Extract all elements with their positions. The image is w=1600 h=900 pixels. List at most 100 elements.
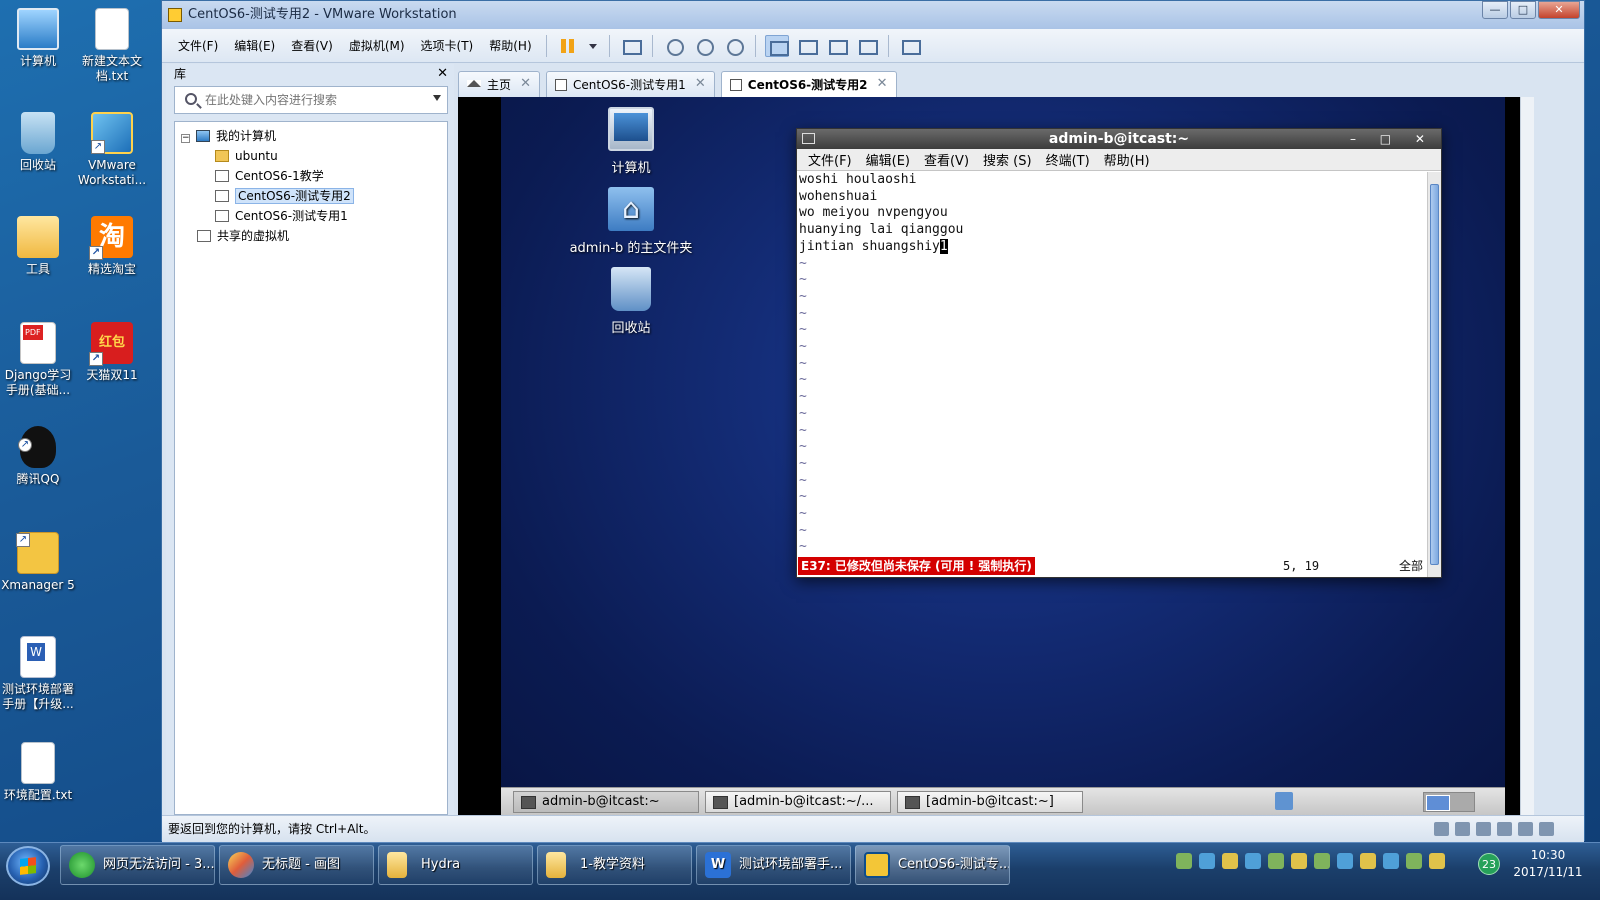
tree-item-my-computer[interactable]: − 我的计算机 bbox=[175, 126, 447, 146]
start-button[interactable] bbox=[6, 846, 50, 886]
terminal-title-bar[interactable]: admin-b@itcast:~ – □ ✕ bbox=[797, 129, 1441, 149]
tray-app-icon[interactable] bbox=[1360, 853, 1376, 869]
guest-task-terminal-2[interactable]: [admin-b@itcast:~/... bbox=[705, 791, 891, 813]
console-view-button[interactable] bbox=[898, 35, 922, 57]
thumbnail-bar-button[interactable] bbox=[795, 35, 819, 57]
desktop-icon-xmanager[interactable]: Xmanager 5 bbox=[0, 532, 76, 593]
cd-drive-icon[interactable] bbox=[1455, 822, 1470, 836]
desktop-icon-tools[interactable]: 工具 bbox=[0, 216, 76, 277]
terminal-menu-help[interactable]: 帮助(H) bbox=[1097, 150, 1157, 169]
power-dropdown-button[interactable] bbox=[586, 35, 600, 57]
tree-item-shared-vms[interactable]: 共享的虚拟机 bbox=[175, 226, 447, 246]
message-log-icon[interactable] bbox=[1539, 822, 1554, 836]
terminal-scrollbar[interactable] bbox=[1427, 172, 1441, 577]
flag-icon[interactable] bbox=[1383, 853, 1399, 869]
close-icon[interactable]: ✕ bbox=[520, 72, 531, 96]
notification-badge[interactable]: 23 bbox=[1478, 853, 1500, 875]
tab-centos6-test2[interactable]: CentOS6-测试专用2 ✕ bbox=[720, 71, 897, 97]
tree-item-ubuntu[interactable]: ubuntu bbox=[175, 146, 447, 166]
desktop-icon-django-pdf[interactable]: Django学习手册(基础... bbox=[0, 322, 76, 398]
taskbar-item-paint[interactable]: 无标题 - 画图 bbox=[219, 845, 374, 885]
terminal-menu-terminal[interactable]: 终端(T) bbox=[1039, 150, 1097, 169]
library-close-icon[interactable]: ✕ bbox=[437, 64, 448, 84]
network-icon[interactable] bbox=[1406, 853, 1422, 869]
desktop-icon-computer[interactable]: 计算机 bbox=[0, 8, 76, 69]
snapshot-revert-button[interactable] bbox=[692, 35, 716, 57]
keyboard-icon[interactable] bbox=[1176, 853, 1192, 869]
library-search-input[interactable] bbox=[205, 87, 425, 113]
desktop-icon-test-env-doc[interactable]: 测试环境部署手册【升级... bbox=[0, 636, 76, 712]
system-clock[interactable]: 10:30 2017/11/11 bbox=[1508, 847, 1588, 881]
fullscreen-button[interactable] bbox=[825, 35, 849, 57]
menu-file[interactable]: 文件(F) bbox=[170, 37, 226, 54]
hard-disk-icon[interactable] bbox=[1434, 822, 1449, 836]
vmware-title-bar[interactable]: CentOS6-测试专用2 - VMware Workstation — □ ✕ bbox=[162, 1, 1584, 29]
menu-vm[interactable]: 虚拟机(M) bbox=[341, 37, 413, 54]
desktop-icon-taobao[interactable]: 淘 精选淘宝 bbox=[74, 216, 150, 277]
console-scrollbar[interactable] bbox=[1520, 97, 1534, 815]
guest-icon-trash[interactable]: 回收站 bbox=[556, 267, 706, 336]
menu-edit[interactable]: 编辑(E) bbox=[226, 37, 283, 54]
tree-item-centos6-1[interactable]: CentOS6-1教学 bbox=[175, 166, 447, 186]
guest-desktop[interactable]: 计算机 admin-b 的主文件夹 回收站 admin-b@itcast:~ –… bbox=[501, 97, 1505, 815]
guest-task-terminal-1[interactable]: admin-b@itcast:~ bbox=[513, 791, 699, 813]
terminal-menu-view[interactable]: 查看(V) bbox=[917, 150, 976, 169]
security-icon[interactable] bbox=[1199, 853, 1215, 869]
close-button[interactable]: ✕ bbox=[1538, 1, 1580, 19]
guest-icon-computer[interactable]: 计算机 bbox=[556, 107, 706, 176]
suspend-button[interactable] bbox=[556, 35, 580, 57]
close-icon[interactable]: ✕ bbox=[877, 72, 888, 96]
snapshot-take-button[interactable] bbox=[662, 35, 686, 57]
terminal-menu-edit[interactable]: 编辑(E) bbox=[859, 150, 917, 169]
unity-button[interactable] bbox=[855, 35, 879, 57]
shield-icon[interactable] bbox=[1268, 853, 1284, 869]
desktop-icon-recycle-bin[interactable]: 回收站 bbox=[0, 112, 76, 173]
sound-card-icon[interactable] bbox=[1518, 822, 1533, 836]
taskbar-item-word-doc[interactable]: 测试环境部署手... bbox=[696, 845, 851, 885]
tray-app-icon[interactable] bbox=[1314, 853, 1330, 869]
menu-tabs[interactable]: 选项卡(T) bbox=[413, 37, 482, 54]
tray-app-icon[interactable] bbox=[1337, 853, 1353, 869]
taskbar-item-teaching-materials[interactable]: 1-教学资料 bbox=[537, 845, 692, 885]
tree-item-centos6-test1[interactable]: CentOS6-测试专用1 bbox=[175, 206, 447, 226]
desktop-icon-env-config[interactable]: 环境配置.txt bbox=[0, 742, 76, 803]
workspace-switcher[interactable] bbox=[1423, 792, 1475, 812]
snapshot-manager-button[interactable] bbox=[722, 35, 746, 57]
terminal-window[interactable]: admin-b@itcast:~ – □ ✕ 文件(F) 编辑(E) 查看(V)… bbox=[796, 128, 1442, 578]
minimize-button[interactable]: — bbox=[1482, 1, 1508, 19]
show-library-button[interactable] bbox=[764, 34, 789, 57]
desktop-icon-vmware[interactable]: VMware Workstati... bbox=[74, 112, 150, 188]
desktop-icon-tmall[interactable]: 红包 天猫双11 bbox=[74, 322, 150, 383]
menu-view[interactable]: 查看(V) bbox=[283, 37, 341, 54]
vm-console[interactable]: 计算机 admin-b 的主文件夹 回收站 admin-b@itcast:~ –… bbox=[458, 97, 1534, 815]
trash-applet-icon[interactable] bbox=[1275, 792, 1293, 810]
menu-help[interactable]: 帮助(H) bbox=[481, 37, 539, 54]
desktop-icon-qq[interactable]: 腾讯QQ bbox=[0, 426, 76, 487]
close-icon[interactable]: ✕ bbox=[695, 72, 706, 96]
tray-app-icon[interactable] bbox=[1291, 853, 1307, 869]
upload-icon[interactable] bbox=[1222, 853, 1238, 869]
terminal-text-area[interactable]: woshi houlaoshi wohenshuai wo meiyou nvpen… bbox=[797, 172, 1427, 577]
tab-home[interactable]: 主页 ✕ bbox=[458, 71, 541, 97]
printer-icon[interactable] bbox=[1497, 822, 1512, 836]
scrollbar-thumb[interactable] bbox=[1430, 184, 1439, 565]
tree-item-centos6-test2[interactable]: CentOS6-测试专用2 bbox=[175, 186, 447, 206]
guest-icon-home-folder[interactable]: admin-b 的主文件夹 bbox=[556, 187, 706, 256]
guest-task-terminal-3[interactable]: [admin-b@itcast:~] bbox=[897, 791, 1083, 813]
terminal-window-controls[interactable]: – □ ✕ bbox=[1350, 129, 1435, 149]
desktop-icon-new-text-file[interactable]: 新建文本文档.txt bbox=[74, 8, 150, 84]
taskbar-item-hydra[interactable]: Hydra bbox=[378, 845, 533, 885]
maximize-button[interactable]: □ bbox=[1510, 1, 1536, 19]
network-adapter-icon[interactable] bbox=[1476, 822, 1491, 836]
collapse-icon[interactable]: − bbox=[181, 134, 190, 143]
vm-icon bbox=[215, 170, 229, 182]
terminal-menu-search[interactable]: 搜索 (S) bbox=[976, 150, 1039, 169]
tab-centos6-test1[interactable]: CentOS6-测试专用1 ✕ bbox=[546, 71, 715, 97]
chevron-down-icon[interactable] bbox=[433, 95, 441, 101]
taskbar-item-vmware[interactable]: CentOS6-测试专... bbox=[855, 845, 1010, 885]
tray-app-icon[interactable] bbox=[1245, 853, 1261, 869]
terminal-menu-file[interactable]: 文件(F) bbox=[801, 150, 859, 169]
send-ctrl-alt-del-button[interactable] bbox=[619, 35, 643, 57]
taskbar-item-browser[interactable]: 网页无法访问 - 3... bbox=[60, 845, 215, 885]
volume-icon[interactable] bbox=[1429, 853, 1445, 869]
